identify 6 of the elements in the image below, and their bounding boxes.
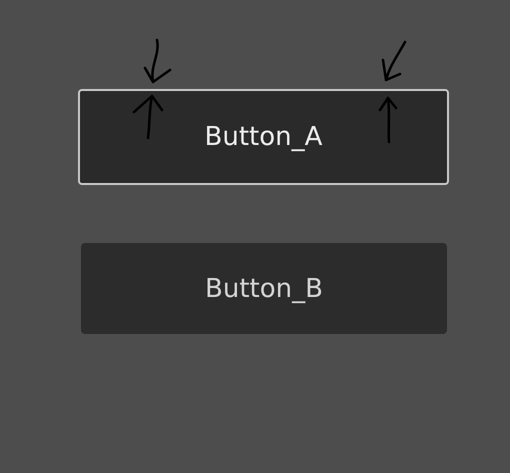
button[interactable]: Button_B [81, 243, 447, 334]
hand-drawn-arrow [378, 96, 398, 144]
hand-drawn-arrow [382, 40, 406, 82]
button[interactable]: Button_A [78, 89, 449, 185]
hand-drawn-arrow [144, 38, 172, 84]
hand-drawn-arrow [132, 94, 164, 140]
